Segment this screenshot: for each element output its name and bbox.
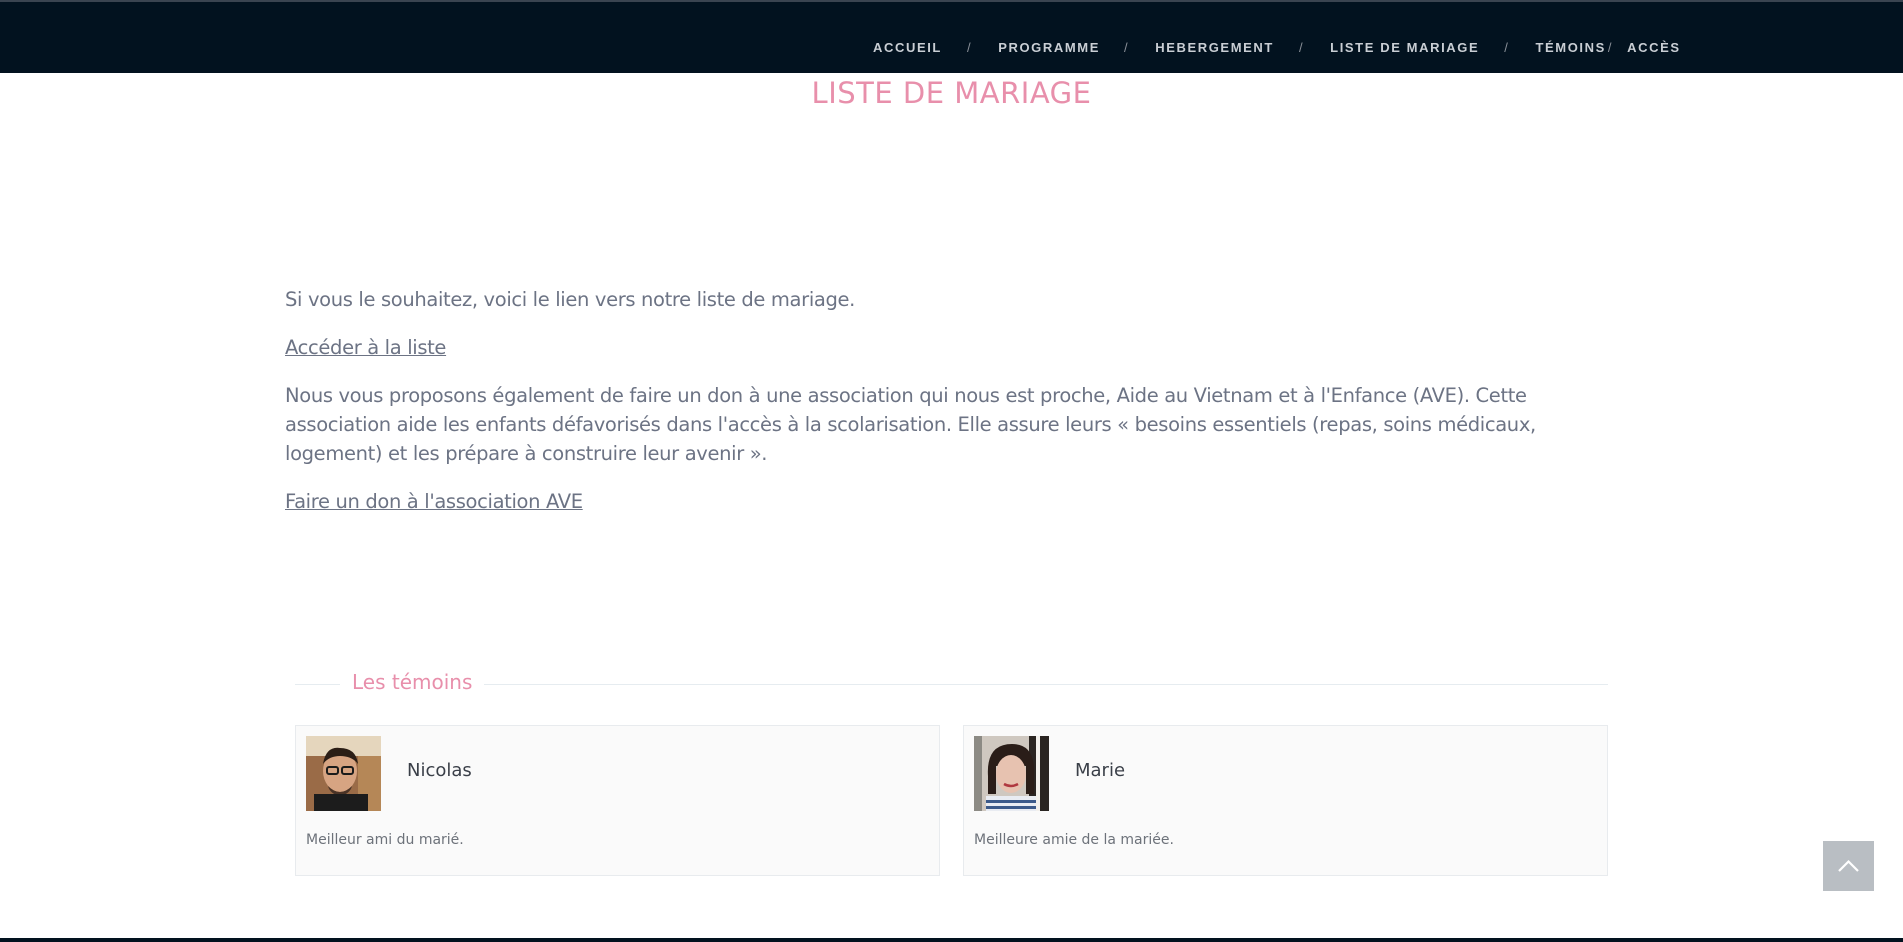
donation-text: Nous vous proposons également de faire u…: [285, 384, 1536, 465]
temoin-card-nicolas: Nicolas Meilleur ami du marié.: [295, 725, 940, 876]
nav-item-hebergement[interactable]: HEBERGEMENT: [1155, 40, 1274, 55]
main-content: Si vous le souhaitez, voici le lien vers…: [285, 285, 1625, 535]
page-title: LISTE DE MARIAGE: [811, 76, 1092, 110]
temoins-heading: Les témoins: [295, 670, 1608, 700]
nav-separator: /: [1607, 40, 1614, 55]
temoin-name: Nicolas: [407, 760, 472, 781]
top-navbar: ACCUEIL / PROGRAMME / HEBERGEMENT / LIST…: [0, 0, 1903, 73]
nav-separator: /: [1504, 40, 1510, 55]
donation-link[interactable]: Faire un don à l'association AVE: [285, 490, 583, 513]
nav-item-acces[interactable]: ACCÈS: [1627, 40, 1681, 55]
main-nav: ACCUEIL / PROGRAMME / HEBERGEMENT / LIST…: [873, 40, 1681, 55]
chevron-up-icon: [1838, 859, 1859, 872]
nav-separator: /: [1298, 40, 1305, 55]
temoin-name: Marie: [1075, 760, 1126, 781]
wedding-list-link[interactable]: Accéder à la liste: [285, 336, 446, 359]
avatar-photo-marie: [974, 736, 1049, 811]
bottom-bar: [0, 938, 1903, 942]
nav-item-liste-de-mariage[interactable]: LISTE DE MARIAGE: [1330, 40, 1479, 55]
nav-separator: /: [966, 40, 973, 55]
nav-item-temoins[interactable]: TÉMOINS: [1535, 40, 1605, 55]
avatar: [306, 736, 381, 811]
temoin-description: Meilleur ami du marié.: [306, 832, 464, 848]
nav-separator: /: [1124, 40, 1130, 55]
nav-item-accueil[interactable]: ACCUEIL: [873, 40, 942, 55]
intro-text: Si vous le souhaitez, voici le lien vers…: [285, 288, 856, 311]
back-to-top-button[interactable]: [1823, 841, 1874, 891]
temoin-description: Meilleure amie de la mariée.: [974, 832, 1174, 848]
avatar-photo-nicolas: [306, 736, 381, 811]
nav-item-programme[interactable]: PROGRAMME: [998, 40, 1100, 55]
temoins-title: Les témoins: [340, 670, 485, 694]
page: ACCUEIL / PROGRAMME / HEBERGEMENT / LIST…: [0, 0, 1903, 942]
avatar: [974, 736, 1049, 811]
temoin-card-marie: Marie Meilleure amie de la mariée.: [963, 725, 1608, 876]
divider: [295, 684, 1608, 685]
